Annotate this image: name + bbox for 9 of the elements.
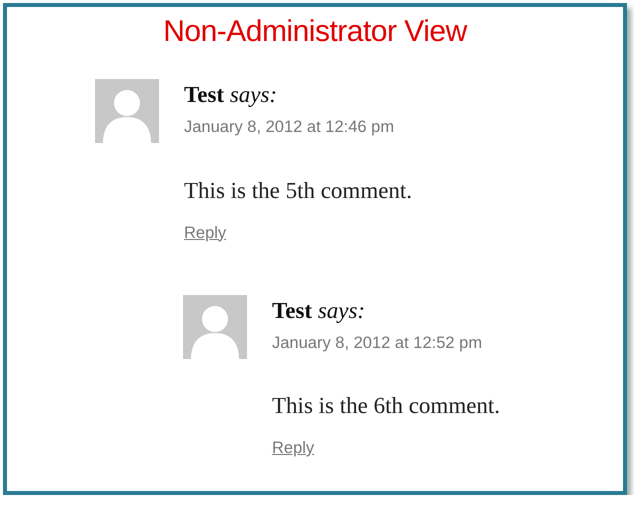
comment-author: Test says: [272,298,366,322]
annotation-title: Non-Administrator View [162,14,468,47]
comment-date: January 8, 2012 at 12:52 pm [272,334,484,351]
comment-author: Test says: [184,83,278,106]
reply-link[interactable]: Reply [184,224,226,241]
comment-text: This is the 6th comment. [272,394,500,417]
comment-text: This is the 5th comment. [184,178,412,202]
reply-link[interactable]: Reply [272,440,314,456]
comment-date: January 8, 2012 at 12:46 pm [184,119,396,136]
